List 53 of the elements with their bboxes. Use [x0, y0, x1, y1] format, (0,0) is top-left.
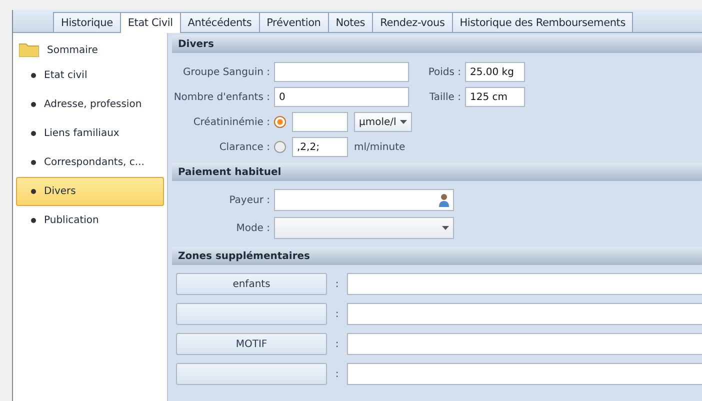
caret-icon: [400, 120, 408, 124]
input-field[interactable]: [347, 303, 702, 325]
field-label: Nombre d'enfants :: [172, 92, 270, 102]
section-header: Paiement habituel: [172, 163, 702, 181]
input-field[interactable]: ,2,2;: [292, 137, 348, 157]
folder-icon: [19, 43, 39, 57]
mode-dropdown[interactable]: [274, 217, 454, 239]
sidebar-item[interactable]: Correspondants, c...: [16, 148, 164, 177]
input-field[interactable]: 0: [274, 87, 409, 107]
unit-dropdown[interactable]: µmole/l: [354, 112, 412, 132]
separator: :: [334, 278, 340, 290]
unit-label: ml/minute: [354, 142, 406, 152]
section-header: Zones supplémentaires: [172, 247, 702, 265]
input-field[interactable]: [347, 333, 702, 355]
field-label: Créatininémie :: [192, 116, 270, 128]
field-label: Groupe Sanguin :: [182, 66, 270, 78]
sidebar-item[interactable]: Divers: [16, 177, 164, 206]
tab[interactable]: Etat Civil: [120, 12, 181, 33]
sidebar-root[interactable]: Sommaire: [47, 44, 98, 56]
input-field[interactable]: [274, 189, 454, 211]
input-field[interactable]: [274, 62, 409, 82]
zone-button[interactable]: [176, 363, 327, 385]
caret-icon: [442, 226, 449, 230]
input-field[interactable]: 25.00 kg: [465, 62, 525, 82]
tab[interactable]: Historique des Remboursements: [452, 12, 634, 32]
zone-button[interactable]: enfants: [176, 273, 327, 295]
separator: :: [334, 368, 340, 380]
field-label: Payeur :: [228, 194, 270, 206]
radio-button[interactable]: [274, 141, 286, 153]
field-label: Taille :: [428, 92, 461, 102]
section-header: Divers: [172, 35, 702, 53]
tab[interactable]: Prévention: [258, 12, 329, 32]
tab[interactable]: Notes: [328, 12, 374, 32]
person-icon: [439, 193, 449, 207]
sidebar-item[interactable]: Publication: [16, 206, 164, 235]
radio-button[interactable]: [274, 116, 286, 128]
field-label: Poids :: [427, 66, 461, 78]
zone-button[interactable]: MOTIF: [176, 333, 327, 355]
tab[interactable]: Historique: [53, 12, 121, 32]
sidebar-item[interactable]: Etat civil: [16, 61, 164, 90]
separator: :: [334, 338, 340, 350]
tab[interactable]: Rendez-vous: [372, 12, 453, 32]
field-label: Clarance :: [218, 142, 270, 152]
tab[interactable]: Antécédents: [180, 12, 260, 32]
sidebar-item[interactable]: Adresse, profession: [16, 90, 164, 119]
field-label: Mode :: [235, 222, 270, 234]
zone-button[interactable]: [176, 303, 327, 325]
input-field[interactable]: [292, 112, 348, 132]
input-field[interactable]: [347, 273, 702, 295]
sidebar-item[interactable]: Liens familiaux: [16, 119, 164, 148]
separator: :: [334, 308, 340, 320]
input-field[interactable]: [347, 363, 702, 385]
input-field[interactable]: 125 cm: [465, 87, 525, 107]
